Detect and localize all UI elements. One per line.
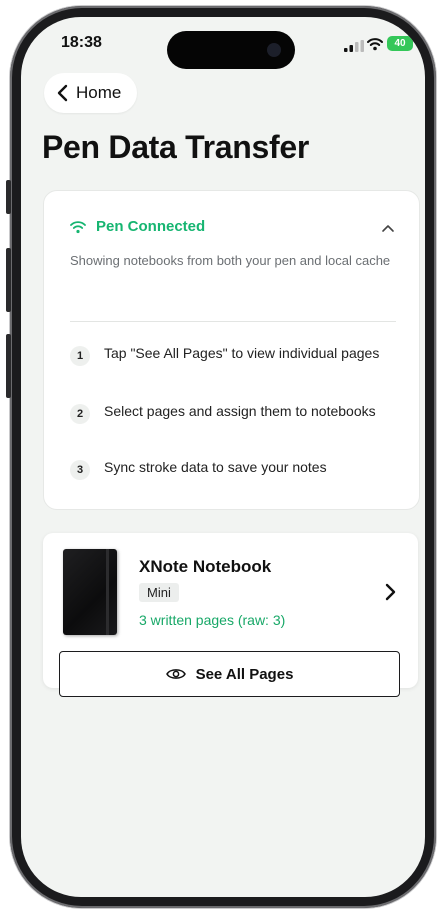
step-text: Sync stroke data to save your notes <box>104 459 327 475</box>
see-all-pages-label: See All Pages <box>195 665 294 683</box>
instruction-step: 1 Tap "See All Pages" to view individual… <box>70 343 400 366</box>
notebook-pages-info: 3 written pages (raw: 3) <box>139 612 286 628</box>
signal-icon <box>344 40 364 52</box>
camera-icon <box>267 43 281 57</box>
notebook-cover-image <box>63 549 117 635</box>
screen: 18:38 40 Home Pen Data Transfer Pen Conn… <box>21 17 425 897</box>
action-button <box>6 180 11 214</box>
status-time: 18:38 <box>61 34 102 51</box>
dynamic-island <box>167 31 295 69</box>
step-text: Tap "See All Pages" to view individual p… <box>104 345 380 361</box>
notebook-size-badge: Mini <box>139 583 179 602</box>
eye-icon <box>165 669 186 679</box>
notebook-title: XNote Notebook <box>139 557 272 576</box>
step-number: 1 <box>70 346 90 366</box>
step-number: 3 <box>70 460 90 480</box>
instruction-step: 3 Sync stroke data to save your notes <box>70 457 400 480</box>
back-button-label: Home <box>76 83 122 102</box>
step-text: Select pages and assign them to notebook… <box>104 403 376 419</box>
connection-status-label: Pen Connected <box>96 218 206 235</box>
divider <box>70 321 396 322</box>
chevron-right-icon[interactable] <box>384 583 396 601</box>
chevron-up-icon[interactable] <box>381 223 395 233</box>
connection-card: Pen Connected Showing notebooks from bot… <box>43 190 420 510</box>
page-title: Pen Data Transfer <box>42 129 310 165</box>
chevron-left-icon <box>57 84 68 102</box>
connection-status: Pen Connected <box>70 218 205 235</box>
wifi-icon <box>70 220 86 233</box>
status-bar: 18:38 40 <box>21 17 425 69</box>
notebook-strap <box>106 549 109 635</box>
instruction-step: 2 Select pages and assign them to notebo… <box>70 401 400 424</box>
notebook-card[interactable]: XNote Notebook Mini 3 written pages (raw… <box>43 533 418 697</box>
see-all-pages-button[interactable]: See All Pages <box>59 651 400 697</box>
step-number: 2 <box>70 404 90 424</box>
battery-icon: 40 <box>387 36 413 51</box>
status-wifi-icon <box>367 38 383 51</box>
volume-up-button <box>6 248 11 312</box>
volume-down-button <box>6 334 11 398</box>
connection-description: Showing notebooks from both your pen and… <box>70 253 391 268</box>
back-button[interactable]: Home <box>44 73 138 113</box>
